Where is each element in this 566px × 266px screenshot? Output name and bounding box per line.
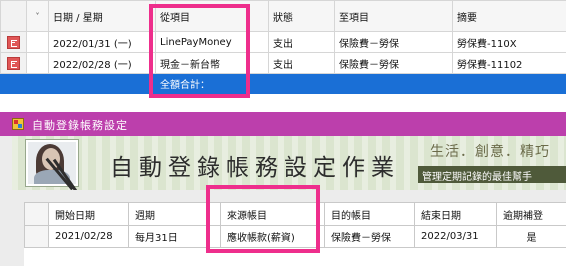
col-start-date[interactable]: 開始日期 bbox=[48, 202, 129, 226]
col-source-account[interactable]: 來源帳目 bbox=[220, 202, 325, 226]
cell-start-date: 2021/02/28 bbox=[48, 225, 129, 248]
col-date[interactable]: 日期 / 星期 bbox=[48, 0, 156, 32]
total-row[interactable]: 全額合計： bbox=[0, 73, 566, 94]
row-spacer bbox=[26, 31, 49, 53]
cell-from: LinePayMoney bbox=[155, 31, 269, 53]
schedule-grid: 開始日期 週期 來源帳目 目的帳目 結束日期 逾期補登 2021/02/28 每… bbox=[24, 202, 566, 266]
total-label: 全額合計： bbox=[155, 73, 269, 94]
schedule-table: 開始日期 週期 來源帳目 目的帳目 結束日期 逾期補登 2021/02/28 每… bbox=[24, 202, 566, 248]
row-action-cell[interactable] bbox=[0, 31, 27, 53]
auto-entry-dialog: 自動登錄帳務設定 自動登錄帳務設定作業 生活．創意．精巧 管理定期記錄的最佳幫手… bbox=[0, 112, 566, 266]
row-spacer bbox=[26, 52, 49, 74]
col-from[interactable]: 從項目 bbox=[155, 0, 269, 32]
col-target-account[interactable]: 目的帳目 bbox=[324, 202, 415, 226]
total-spacer bbox=[26, 73, 49, 94]
total-rowhdr bbox=[0, 73, 27, 94]
banner-slogan: 生活．創意．精巧 bbox=[430, 144, 550, 160]
header-row: ˅ 日期 / 星期 從項目 狀態 至項目 摘要 bbox=[0, 0, 566, 32]
transactions-grid: ˅ 日期 / 星期 從項目 狀態 至項目 摘要 2022/01/31 (一) L… bbox=[0, 0, 566, 100]
header-rowhdr bbox=[0, 0, 27, 32]
sort-caret-icon: ˅ bbox=[35, 11, 40, 21]
banner-title: 自動登錄帳務設定作業 bbox=[110, 155, 400, 181]
total-empty bbox=[48, 73, 156, 94]
app-icon bbox=[12, 118, 24, 130]
total-empty bbox=[334, 73, 453, 94]
cell-end-date: 2022/03/31 bbox=[414, 225, 497, 248]
cell-source-account: 應收帳款(薪資) bbox=[220, 225, 325, 248]
dialog-titlebar[interactable]: 自動登錄帳務設定 bbox=[0, 112, 566, 136]
cell-status: 支出 bbox=[268, 31, 335, 53]
schedule-rowhdr[interactable] bbox=[24, 225, 49, 248]
table-row[interactable]: 2021/02/28 每月31日 應收帳款(薪資) 保險費－勞保 2022/03… bbox=[24, 225, 566, 248]
cell-memo: 勞保費-110X bbox=[452, 31, 566, 53]
col-overdue-backfill[interactable]: 逾期補登 bbox=[496, 202, 566, 226]
dialog-banner: 自動登錄帳務設定作業 生活．創意．精巧 管理定期記錄的最佳幫手 bbox=[12, 136, 566, 190]
col-to[interactable]: 至項目 bbox=[334, 0, 453, 32]
schedule-header-row: 開始日期 週期 來源帳目 目的帳目 結束日期 逾期補登 bbox=[24, 202, 566, 226]
col-status[interactable]: 狀態 bbox=[268, 0, 335, 32]
schedule-header-rowhdr bbox=[24, 202, 49, 226]
col-end-date[interactable]: 結束日期 bbox=[414, 202, 497, 226]
total-empty bbox=[452, 73, 566, 94]
cell-date: 2022/01/31 (一) bbox=[48, 31, 156, 53]
col-memo[interactable]: 摘要 bbox=[452, 0, 566, 32]
cell-from: 現金－新台幣 bbox=[155, 52, 269, 74]
delete-icon[interactable] bbox=[7, 35, 20, 49]
total-empty bbox=[268, 73, 335, 94]
cell-to: 保險費－勞保 bbox=[334, 52, 453, 74]
cell-overdue-backfill: 是 bbox=[496, 225, 566, 248]
table-row[interactable]: 2022/02/28 (一) 現金－新台幣 支出 保險費－勞保 勞保費-1110… bbox=[0, 52, 566, 74]
cell-status: 支出 bbox=[268, 52, 335, 74]
row-action-cell[interactable] bbox=[0, 52, 27, 74]
tagline-bar: 管理定期記錄的最佳幫手 bbox=[418, 166, 566, 183]
transactions-table: ˅ 日期 / 星期 從項目 狀態 至項目 摘要 2022/01/31 (一) L… bbox=[0, 0, 566, 94]
cell-to: 保險費－勞保 bbox=[334, 31, 453, 53]
dialog-title: 自動登錄帳務設定 bbox=[32, 119, 128, 132]
cell-target-account: 保險費－勞保 bbox=[324, 225, 415, 248]
cell-memo: 勞保費-11102 bbox=[452, 52, 566, 74]
table-row[interactable]: 2022/01/31 (一) LinePayMoney 支出 保險費－勞保 勞保… bbox=[0, 31, 566, 53]
delete-icon[interactable] bbox=[7, 56, 20, 70]
col-cycle[interactable]: 週期 bbox=[128, 202, 221, 226]
banner-tagline: 管理定期記錄的最佳幫手 bbox=[422, 172, 532, 183]
header-sort-caret[interactable]: ˅ bbox=[26, 0, 49, 32]
cell-date: 2022/02/28 (一) bbox=[48, 52, 156, 74]
cell-cycle: 每月31日 bbox=[128, 225, 221, 248]
